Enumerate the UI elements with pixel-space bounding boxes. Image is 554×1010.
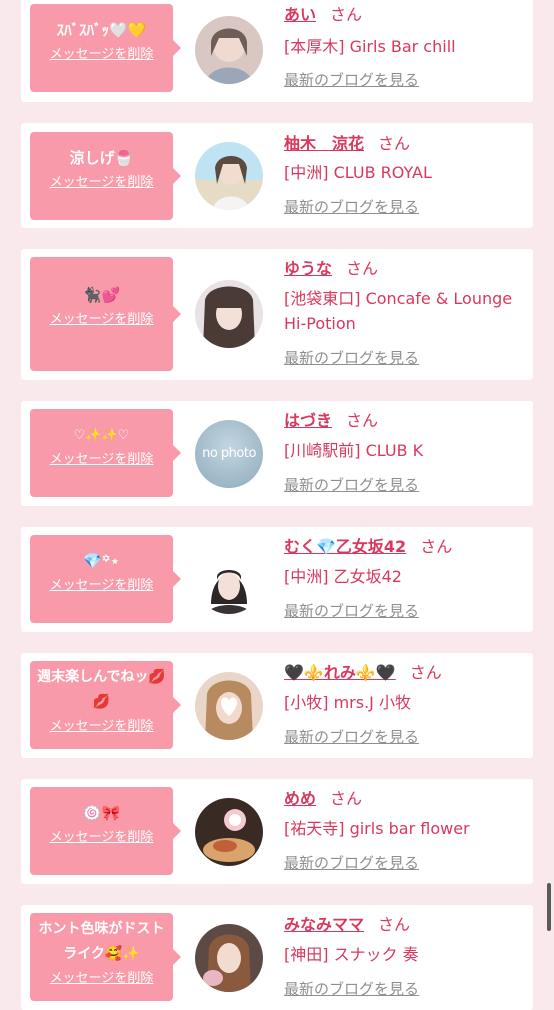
latest-blog-link[interactable]: 最新のブログを見る [284, 727, 419, 747]
message-text: 💎꙳⋆ [83, 552, 120, 570]
delete-message-link[interactable]: メッセージを削除 [50, 47, 154, 63]
message-card: 週末楽しんでねッ💋💋 メッセージを削除 🖤⚜️れみ⚜️🖤 さん [小牧] mrs.… [21, 653, 533, 758]
delete-message-link[interactable]: メッセージを削除 [50, 578, 154, 594]
delete-message-link[interactable]: メッセージを削除 [50, 175, 154, 191]
message-card: ホント色味がドストライク🥰✨ メッセージを削除 みなみママ さん [神田] スナッ… [21, 905, 533, 1010]
latest-blog-link[interactable]: 最新のブログを見る [284, 70, 419, 90]
delete-message-link[interactable]: メッセージを削除 [50, 971, 154, 987]
latest-blog-link[interactable]: 最新のブログを見る [284, 348, 419, 368]
shop-name: [神田] スナック 奏 [284, 945, 419, 964]
message-bubble: 涼しげ🍧 メッセージを削除 [30, 132, 181, 220]
avatar[interactable]: no photo [195, 420, 263, 488]
avatar[interactable] [195, 798, 263, 866]
latest-blog-link[interactable]: 最新のブログを見る [284, 601, 419, 621]
avatar-photo [195, 798, 263, 866]
name-line: みなみママ さん [284, 914, 410, 936]
shop-name: [本厚木] Girls Bar chill [284, 37, 456, 56]
message-text: 🍥🎀 [82, 804, 121, 822]
message-card: 涼しげ🍧 メッセージを削除 柚木 涼花 さん [中洲] CLUB ROYAL 最新… [21, 123, 533, 228]
avatar-photo [195, 142, 263, 210]
delete-message-link[interactable]: メッセージを削除 [50, 452, 154, 468]
avatar-photo [195, 280, 263, 348]
shop-name: [池袋東口] Concafe & Lounge Hi-Potion [284, 289, 513, 333]
message-text: 週末楽しんでねッ💋💋 [37, 669, 166, 710]
message-text: ｽﾊﾞｽﾊﾞｯ🤍💛 [56, 21, 147, 39]
no-photo-placeholder: no photo [195, 420, 263, 488]
avatar-photo [195, 924, 263, 992]
name-line: あい さん [284, 4, 362, 26]
message-bubble: 週末楽しんでねッ💋💋 メッセージを削除 [30, 661, 181, 749]
avatar[interactable] [195, 16, 263, 84]
name-line: めめ さん [284, 788, 362, 810]
girl-name-link[interactable]: むく💎乙女坂42 [284, 537, 406, 556]
latest-blog-link[interactable]: 最新のブログを見る [284, 475, 419, 495]
honorific: さん [346, 259, 379, 278]
avatar[interactable] [195, 280, 263, 348]
avatar[interactable] [195, 546, 263, 614]
message-bubble: ♡✨✨♡ メッセージを削除 [30, 409, 181, 497]
honorific: さん [330, 789, 363, 808]
avatar-photo [195, 672, 263, 740]
girl-name-link[interactable]: ゆうな [284, 259, 332, 278]
shop-name: [祐天寺] girls bar flower [284, 819, 470, 838]
message-bubble: 🐈‍⬛💕 メッセージを削除 [30, 257, 181, 371]
avatar-photo [195, 16, 263, 84]
avatar[interactable] [195, 142, 263, 210]
honorific: さん [420, 537, 453, 556]
name-line: 🖤⚜️れみ⚜️🖤 さん [284, 662, 442, 684]
latest-blog-link[interactable]: 最新のブログを見る [284, 197, 419, 217]
message-card: ｽﾊﾞｽﾊﾞｯ🤍💛 メッセージを削除 あい さん [本厚木] Girls Bar … [21, 0, 533, 102]
shop-name: [小牧] mrs.J 小牧 [284, 693, 411, 712]
girl-name-link[interactable]: 柚木 涼花 [284, 134, 364, 153]
name-line: はづき さん [284, 410, 378, 432]
message-text: ホント色味がドストライク🥰✨ [38, 921, 165, 962]
message-card: 🍥🎀 メッセージを削除 めめ さん [祐天寺] girls bar flower … [21, 779, 533, 884]
message-text: ♡✨✨♡ [73, 428, 130, 443]
latest-blog-link[interactable]: 最新のブログを見る [284, 853, 419, 873]
shop-name: [中洲] 乙女坂42 [284, 567, 402, 586]
message-text: 🐈‍⬛💕 [82, 286, 121, 304]
message-bubble: ｽﾊﾞｽﾊﾞｯ🤍💛 メッセージを削除 [30, 4, 181, 92]
avatar-photo [195, 546, 263, 614]
girl-name-link[interactable]: 🖤⚜️れみ⚜️🖤 [284, 663, 396, 682]
latest-blog-link[interactable]: 最新のブログを見る [284, 979, 419, 999]
honorific: さん [330, 5, 363, 24]
avatar[interactable] [195, 924, 263, 992]
avatar[interactable] [195, 672, 263, 740]
message-bubble: 🍥🎀 メッセージを削除 [30, 787, 181, 875]
honorific: さん [378, 134, 411, 153]
girl-name-link[interactable]: あい [284, 5, 316, 24]
honorific: さん [378, 915, 411, 934]
delete-message-link[interactable]: メッセージを削除 [50, 312, 154, 328]
message-card: 🐈‍⬛💕 メッセージを削除 ゆうな さん [池袋東口] Concafe & Lou… [21, 249, 533, 380]
shop-name: [川崎駅前] CLUB K [284, 441, 424, 460]
message-card: ♡✨✨♡ メッセージを削除 no photo はづき さん [川崎駅前] CLUB… [21, 401, 533, 506]
message-text: 涼しげ🍧 [69, 149, 134, 167]
honorific: さん [409, 663, 442, 682]
vertical-scrollbar[interactable] [547, 883, 551, 931]
girl-name-link[interactable]: みなみママ [284, 915, 364, 934]
message-bubble: ホント色味がドストライク🥰✨ メッセージを削除 [30, 913, 181, 1001]
delete-message-link[interactable]: メッセージを削除 [50, 830, 154, 846]
name-line: むく💎乙女坂42 さん [284, 536, 452, 558]
girl-name-link[interactable]: めめ [284, 789, 316, 808]
name-line: ゆうな さん [284, 258, 378, 280]
honorific: さん [346, 411, 379, 430]
girl-name-link[interactable]: はづき [284, 411, 332, 430]
delete-message-link[interactable]: メッセージを削除 [50, 719, 154, 735]
message-bubble: 💎꙳⋆ メッセージを削除 [30, 535, 181, 623]
name-line: 柚木 涼花 さん [284, 133, 410, 155]
shop-name: [中洲] CLUB ROYAL [284, 163, 432, 182]
message-card: 💎꙳⋆ メッセージを削除 むく💎乙女坂42 さん [中洲] 乙女坂42 最新のブロ… [21, 527, 533, 632]
